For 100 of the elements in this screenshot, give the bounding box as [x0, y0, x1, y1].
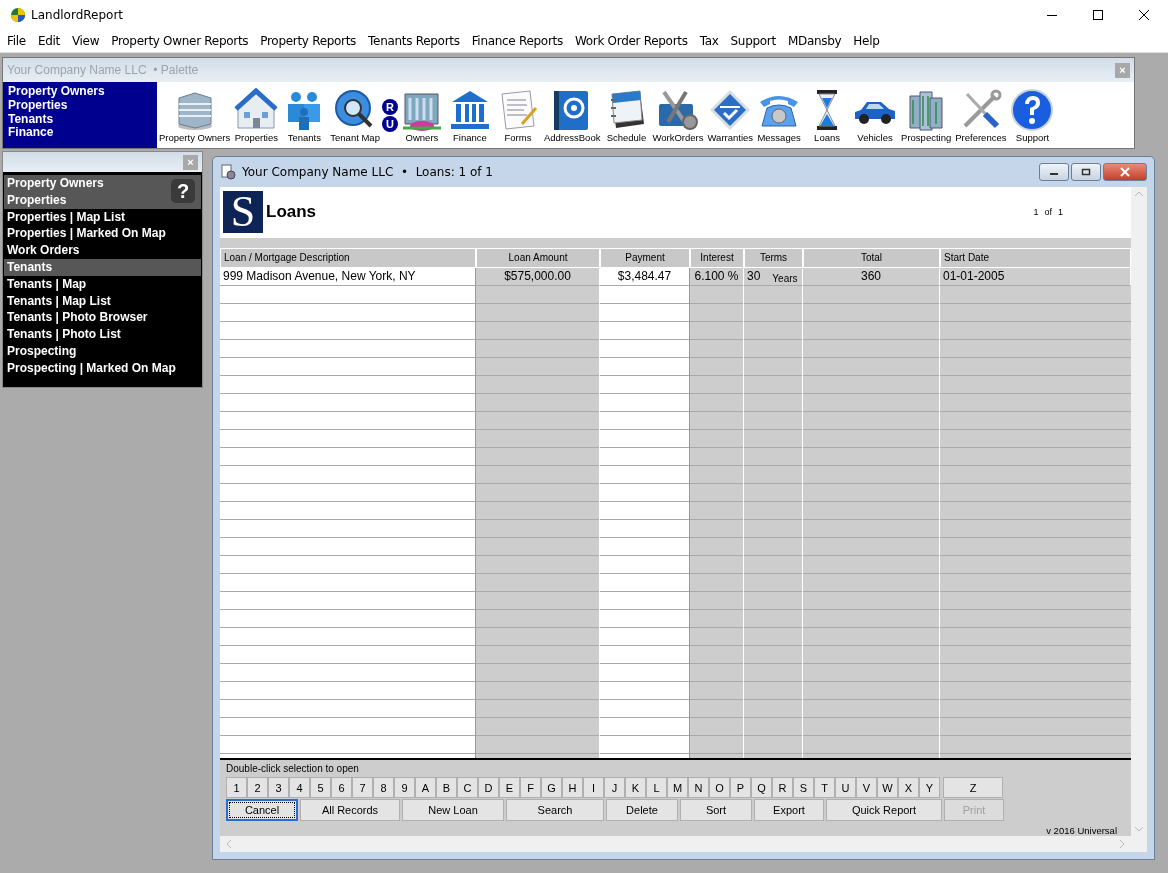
- letter-button[interactable]: 7: [352, 777, 373, 798]
- menu-item[interactable]: Tenants Reports: [362, 34, 466, 48]
- letter-button[interactable]: C: [457, 777, 478, 798]
- letter-button[interactable]: U: [835, 777, 856, 798]
- menu-item[interactable]: View: [65, 34, 106, 48]
- action-button[interactable]: Quick Report: [826, 799, 942, 821]
- column-header[interactable]: Payment: [600, 247, 690, 268]
- letter-button[interactable]: R: [772, 777, 793, 798]
- minimize-button[interactable]: [1039, 163, 1069, 181]
- letter-button[interactable]: X: [898, 777, 919, 798]
- action-button[interactable]: Search: [506, 799, 604, 821]
- maximize-icon[interactable]: [1092, 9, 1104, 21]
- letter-button[interactable]: P: [730, 777, 751, 798]
- quick-link[interactable]: Tenants: [8, 112, 152, 127]
- letter-button[interactable]: K: [625, 777, 646, 798]
- letter-button[interactable]: N: [688, 777, 709, 798]
- action-button[interactable]: Export: [754, 799, 824, 821]
- nav-link[interactable]: Work Orders: [4, 242, 201, 259]
- menu-item[interactable]: Property Reports: [254, 34, 363, 48]
- letter-button[interactable]: G: [541, 777, 562, 798]
- toolbar-button[interactable]: Messages: [755, 88, 804, 148]
- toolbar-button[interactable]: Warranties: [705, 88, 756, 148]
- letter-button[interactable]: Y: [919, 777, 940, 798]
- toolbar-button[interactable]: Prospecting: [899, 88, 954, 148]
- column-header[interactable]: Loan Amount: [476, 247, 600, 268]
- menu-item[interactable]: Work Order Reports: [568, 34, 694, 48]
- letter-button[interactable]: E: [499, 777, 520, 798]
- nav-link[interactable]: Tenants | Photo List: [4, 326, 201, 343]
- quick-link[interactable]: Properties: [8, 98, 152, 113]
- toolbar-button[interactable]: Owners: [397, 88, 446, 148]
- toolbar-button[interactable]: Support: [1008, 88, 1057, 148]
- column-header[interactable]: Start Date: [940, 247, 1131, 268]
- letter-button[interactable]: O: [709, 777, 730, 798]
- toolbar-button[interactable]: WorkOrders: [650, 88, 706, 148]
- toolbar-button[interactable]: Property Owners: [157, 88, 233, 148]
- letter-button[interactable]: 3: [268, 777, 289, 798]
- nav-link[interactable]: Prospecting: [4, 342, 201, 360]
- help-icon[interactable]: ?: [171, 179, 195, 203]
- menu-item[interactable]: MDansby: [781, 34, 848, 48]
- letter-button[interactable]: H: [562, 777, 583, 798]
- column-header[interactable]: Loan / Mortgage Description: [220, 247, 476, 268]
- close-button[interactable]: [1103, 163, 1147, 181]
- nav-link[interactable]: Tenants | Map List: [4, 292, 201, 310]
- toolbar-button[interactable]: Tenants: [280, 88, 329, 148]
- letter-button[interactable]: L: [646, 777, 667, 798]
- menu-item[interactable]: File: [1, 34, 32, 48]
- letter-button[interactable]: J: [604, 777, 625, 798]
- toolbar-button[interactable]: Properties: [232, 88, 281, 148]
- action-button[interactable]: Delete: [606, 799, 678, 821]
- action-button[interactable]: Cancel: [226, 799, 298, 821]
- close-icon[interactable]: [1138, 9, 1150, 21]
- letter-button[interactable]: M: [667, 777, 688, 798]
- quick-link[interactable]: Property Owners: [8, 85, 152, 99]
- toolbar-button[interactable]: Finance: [445, 88, 494, 148]
- toolbar-button[interactable]: Forms: [493, 88, 542, 148]
- action-button[interactable]: New Loan: [402, 799, 504, 821]
- letter-button[interactable]: 6: [331, 777, 352, 798]
- letter-button[interactable]: S: [793, 777, 814, 798]
- letter-button[interactable]: F: [520, 777, 541, 798]
- toolbar-button[interactable]: Preferences: [953, 88, 1009, 148]
- letter-button[interactable]: 1: [226, 777, 247, 798]
- letter-button[interactable]: 9: [394, 777, 415, 798]
- nav-link[interactable]: Tenants | Photo Browser: [4, 309, 201, 327]
- toolbar-button[interactable]: Loans: [803, 88, 852, 148]
- ru-badge[interactable]: U: [381, 115, 398, 132]
- letter-button[interactable]: Z: [943, 777, 1003, 798]
- action-button[interactable]: Sort: [680, 799, 752, 821]
- letter-button[interactable]: V: [856, 777, 877, 798]
- letter-button[interactable]: D: [478, 777, 499, 798]
- menu-item[interactable]: Finance Reports: [465, 34, 569, 48]
- section-header[interactable]: Tenants: [4, 259, 201, 276]
- column-header[interactable]: Total: [803, 247, 940, 268]
- letter-button[interactable]: B: [436, 777, 457, 798]
- letter-button[interactable]: 2: [247, 777, 268, 798]
- letter-button[interactable]: 5: [310, 777, 331, 798]
- nav-link[interactable]: Properties | Map List: [4, 208, 201, 226]
- action-button[interactable]: All Records: [300, 799, 400, 821]
- letter-button[interactable]: W: [877, 777, 898, 798]
- toolbar-button[interactable]: Vehicles: [851, 88, 900, 148]
- menu-item[interactable]: Property Owner Reports: [105, 34, 255, 48]
- ru-badge[interactable]: R: [381, 98, 398, 115]
- nav-link[interactable]: Tenants | Map: [4, 275, 201, 293]
- letter-button[interactable]: 8: [373, 777, 394, 798]
- letter-button[interactable]: 4: [289, 777, 310, 798]
- quick-link[interactable]: Finance: [8, 126, 152, 141]
- menu-item[interactable]: Edit: [31, 34, 66, 48]
- nav-link[interactable]: Prospecting | Marked On Map: [4, 359, 201, 377]
- column-header[interactable]: Interest: [690, 247, 744, 268]
- letter-button[interactable]: T: [814, 777, 835, 798]
- letter-button[interactable]: I: [583, 777, 604, 798]
- toolbar-button[interactable]: AddressBook: [541, 88, 603, 148]
- toolbar-button[interactable]: Schedule: [602, 88, 651, 148]
- letter-button[interactable]: Q: [751, 777, 772, 798]
- letter-button[interactable]: A: [415, 777, 436, 798]
- nav-link[interactable]: Properties | Marked On Map: [4, 225, 201, 243]
- toolbar-button[interactable]: Tenant Map: [328, 88, 382, 148]
- restore-button[interactable]: [1071, 163, 1101, 181]
- menu-item[interactable]: Support: [724, 34, 782, 48]
- menu-item[interactable]: Help: [847, 34, 886, 48]
- column-header[interactable]: Terms: [744, 247, 803, 268]
